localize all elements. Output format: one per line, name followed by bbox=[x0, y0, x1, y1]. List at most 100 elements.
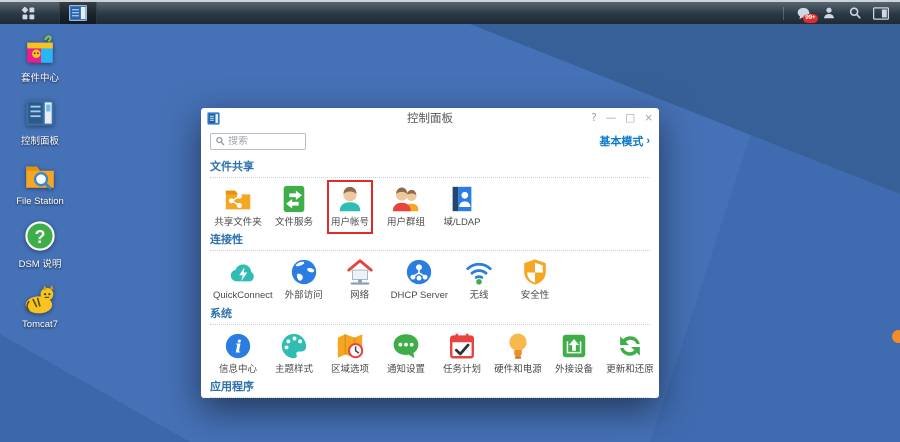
taskbar-control-panel-button[interactable] bbox=[59, 2, 97, 24]
control-panel-item-quickconnect[interactable]: QuickConnect bbox=[210, 255, 276, 301]
control-panel-icon bbox=[23, 96, 57, 130]
search-icon bbox=[848, 6, 862, 20]
control-panel-item-file-service[interactable]: 文件服务 bbox=[266, 182, 322, 228]
item-label: 文件服务 bbox=[275, 217, 313, 228]
section-applications: 应用程序权限Synology 应用程序门户索引服务共享文件夹同步终端机和 SNM… bbox=[210, 375, 650, 398]
control-panel-content: 文件共享共享文件夹 文件服务 用户帐号 用户群组 域/LDAP连接性 QuickConne… bbox=[201, 154, 659, 398]
desktop-icon-control-panel[interactable]: 控制面板 bbox=[11, 96, 69, 147]
control-panel-window-thumbnail-icon bbox=[69, 5, 87, 21]
control-panel-window: 控制面板 ? — □ × 基本模式 › 文件共享共享文件夹 文件服务 用户帐号 用户群… bbox=[201, 108, 659, 398]
user-icon bbox=[822, 6, 836, 20]
desktop-icon-label: DSM 说明 bbox=[19, 256, 62, 270]
section-items-file-sharing: 共享文件夹 文件服务 用户帐号 用户群组 域/LDAP bbox=[210, 182, 650, 228]
hardware-power-icon bbox=[503, 331, 533, 361]
item-label: 通知设置 bbox=[387, 364, 425, 375]
file-station-icon bbox=[23, 159, 57, 193]
user-menu-button[interactable] bbox=[818, 2, 840, 24]
desktop-icon-package-center[interactable]: 套件中心 bbox=[11, 33, 69, 84]
control-panel-item-security[interactable]: 安全性 bbox=[507, 255, 563, 301]
window-titlebar[interactable]: 控制面板 ? — □ × bbox=[201, 108, 659, 128]
svg-text:?: ? bbox=[34, 227, 45, 247]
control-panel-item-user-account[interactable]: 用户帐号 bbox=[322, 182, 378, 228]
control-panel-item-external-device[interactable]: 外接设备 bbox=[546, 329, 602, 375]
item-label: 共享文件夹 bbox=[214, 217, 262, 228]
minimize-button[interactable]: — bbox=[606, 113, 617, 124]
search-box[interactable] bbox=[210, 133, 306, 150]
search-input[interactable] bbox=[228, 136, 301, 147]
item-label: 用户群组 bbox=[387, 217, 425, 228]
widgets-panel-icon bbox=[873, 7, 889, 20]
search-icon bbox=[215, 136, 225, 146]
section-header-connectivity: 连接性 bbox=[210, 228, 650, 251]
taskbar: 99+ bbox=[0, 0, 900, 24]
control-panel-item-regional[interactable]: 区域选项 bbox=[322, 329, 378, 375]
control-panel-item-domain-ldap[interactable]: 域/LDAP bbox=[434, 182, 490, 228]
item-label: 无线 bbox=[470, 290, 489, 301]
maximize-button[interactable]: □ bbox=[625, 113, 635, 124]
network-icon bbox=[345, 257, 375, 287]
control-panel-item-info-center[interactable]: i信息中心 bbox=[210, 329, 266, 375]
item-label: 外接设备 bbox=[555, 364, 593, 375]
file-service-icon bbox=[279, 184, 309, 214]
user-group-icon bbox=[391, 184, 421, 214]
section-file-sharing: 文件共享共享文件夹 文件服务 用户帐号 用户群组 域/LDAP bbox=[210, 155, 650, 228]
main-menu-icon bbox=[21, 6, 36, 21]
control-panel-item-user-group[interactable]: 用户群组 bbox=[378, 182, 434, 228]
help-button[interactable]: ? bbox=[591, 113, 597, 124]
update-restore-icon bbox=[615, 331, 645, 361]
item-label: QuickConnect bbox=[213, 290, 273, 301]
item-label: 更新和还原 bbox=[606, 364, 654, 375]
section-system: 系统i信息中心主题样式区域选项通知设置任务计划硬件和电源外接设备更新和还原 bbox=[210, 302, 650, 375]
close-button[interactable]: × bbox=[644, 113, 653, 124]
desktop-icon-file-station[interactable]: File Station bbox=[11, 159, 69, 207]
info-center-icon: i bbox=[223, 331, 253, 361]
shared-folder-icon bbox=[223, 184, 253, 214]
item-label: 硬件和电源 bbox=[494, 364, 542, 375]
control-panel-item-shared-folder[interactable]: 共享文件夹 bbox=[210, 182, 266, 228]
control-panel-item-task-scheduler[interactable]: 任务计划 bbox=[434, 329, 490, 375]
control-panel-item-network[interactable]: 网络 bbox=[332, 255, 388, 301]
item-label: 区域选项 bbox=[331, 364, 369, 375]
window-controls: ? — □ × bbox=[591, 113, 653, 124]
section-header-system: 系统 bbox=[210, 302, 650, 325]
window-toolbar: 基本模式 › bbox=[201, 128, 659, 154]
taskbar-search-button[interactable] bbox=[844, 2, 866, 24]
control-panel-item-dhcp-server[interactable]: DHCP Server bbox=[388, 255, 451, 301]
domain-ldap-icon bbox=[447, 184, 477, 214]
item-label: 外部访问 bbox=[285, 290, 323, 301]
quickconnect-icon bbox=[228, 257, 258, 287]
basic-mode-link[interactable]: 基本模式 › bbox=[599, 133, 650, 149]
wallpaper-orange-dot bbox=[892, 330, 900, 343]
section-header-applications: 应用程序 bbox=[210, 375, 650, 398]
svg-text:i: i bbox=[235, 336, 241, 356]
dhcp-server-icon bbox=[404, 257, 434, 287]
control-panel-item-update-restore[interactable]: 更新和还原 bbox=[602, 329, 658, 375]
section-items-connectivity: QuickConnect 外部访问网络DHCP Server 无线 安全性 bbox=[210, 255, 650, 301]
item-label: DHCP Server bbox=[391, 290, 448, 301]
control-panel-item-external-access[interactable]: 外部访问 bbox=[276, 255, 332, 301]
section-connectivity: 连接性 QuickConnect 外部访问网络DHCP Server 无线 安全性 bbox=[210, 228, 650, 301]
desktop-icon-label: Tomcat7 bbox=[22, 319, 58, 330]
notification-badge: 99+ bbox=[803, 14, 818, 24]
item-label: 用户帐号 bbox=[331, 217, 369, 228]
desktop-icon-dsm-help[interactable]: ? DSM 说明 bbox=[11, 219, 69, 270]
section-header-file-sharing: 文件共享 bbox=[210, 155, 650, 178]
section-items-system: i信息中心主题样式区域选项通知设置任务计划硬件和电源外接设备更新和还原 bbox=[210, 329, 650, 375]
basic-mode-label: 基本模式 bbox=[599, 133, 643, 149]
control-panel-item-theme[interactable]: 主题样式 bbox=[266, 329, 322, 375]
desktop-icon-label: 控制面板 bbox=[21, 133, 59, 147]
desktop-icon-tomcat[interactable]: Tomcat7 bbox=[11, 282, 69, 330]
control-panel-item-wireless[interactable]: 无线 bbox=[451, 255, 507, 301]
desktop-icon-label: File Station bbox=[16, 196, 64, 207]
control-panel-item-notification[interactable]: 通知设置 bbox=[378, 329, 434, 375]
main-menu-button[interactable] bbox=[12, 2, 45, 24]
item-label: 域/LDAP bbox=[444, 217, 481, 228]
widgets-button[interactable] bbox=[870, 2, 892, 24]
user-account-icon bbox=[335, 184, 365, 214]
dsm-help-icon: ? bbox=[23, 219, 57, 253]
chevron-right-icon: › bbox=[646, 135, 650, 147]
notifications-button[interactable]: 99+ bbox=[792, 2, 814, 24]
control-panel-item-hardware-power[interactable]: 硬件和电源 bbox=[490, 329, 546, 375]
desktop-icon-label: 套件中心 bbox=[21, 70, 59, 84]
item-label: 主题样式 bbox=[275, 364, 313, 375]
